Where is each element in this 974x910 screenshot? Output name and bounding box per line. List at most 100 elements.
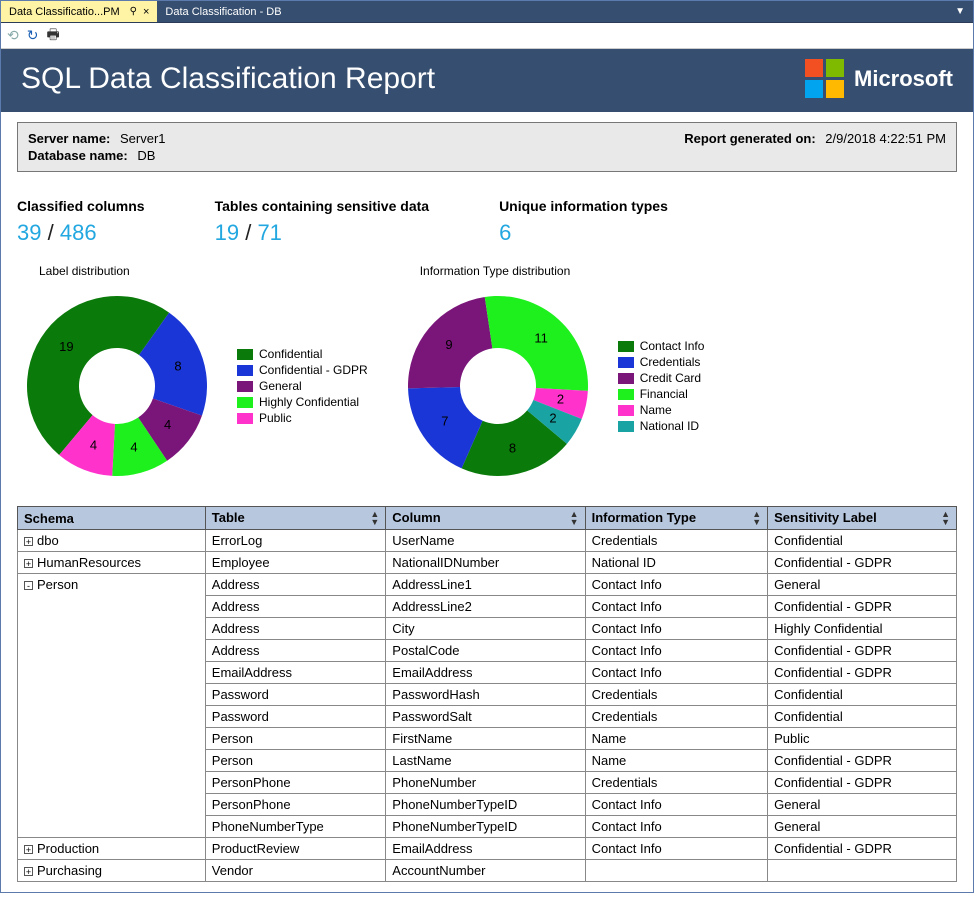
column-cell: UserName: [386, 530, 585, 552]
infotype-cell: Contact Info: [585, 794, 768, 816]
infotype-cell: Name: [585, 728, 768, 750]
server-label: Server name:: [28, 131, 110, 146]
legend-item: National ID: [618, 419, 705, 433]
legend-swatch: [618, 341, 634, 352]
sort-icon[interactable]: ▲▼: [941, 510, 950, 526]
legend-swatch: [618, 405, 634, 416]
sort-icon[interactable]: ▲▼: [752, 510, 761, 526]
stats-row: Classified columns 39 / 486 Tables conta…: [17, 198, 957, 246]
grid-header[interactable]: Column▲▼: [386, 507, 585, 530]
tab-strip: Data Classificatio...PM ⚲ × Data Classif…: [1, 1, 973, 23]
legend-swatch: [237, 397, 253, 408]
table-cell: Address: [205, 596, 386, 618]
infotype-cell: Contact Info: [585, 596, 768, 618]
table-row: -PersonAddressAddressLine1Contact InfoGe…: [18, 574, 957, 596]
reportgen-value: 2/9/2018 4:22:51 PM: [825, 131, 946, 146]
grid-header-label: Sensitivity Label: [774, 510, 877, 525]
infotype-cell: Contact Info: [585, 618, 768, 640]
table-cell: Password: [205, 684, 386, 706]
print-icon[interactable]: 🖶: [46, 24, 59, 48]
donut-value: 2: [549, 411, 556, 426]
infotype-cell: Credentials: [585, 530, 768, 552]
grid-header[interactable]: Table▲▼: [205, 507, 386, 530]
column-cell: PhoneNumber: [386, 772, 585, 794]
sensitivity-cell: Highly Confidential: [768, 618, 957, 640]
refresh-icon[interactable]: ↻: [27, 27, 39, 44]
column-cell: EmailAddress: [386, 838, 585, 860]
sensitivity-cell: Confidential: [768, 530, 957, 552]
grid-header[interactable]: Sensitivity Label ▲▼: [768, 507, 957, 530]
legend-swatch: [237, 365, 253, 376]
sort-icon[interactable]: ▲▼: [370, 510, 379, 526]
back-icon[interactable]: ⟲: [7, 27, 19, 44]
column-cell: LastName: [386, 750, 585, 772]
label-donut-chart: 198444: [17, 286, 217, 486]
legend-label: Name: [640, 403, 672, 417]
schema-name: Production: [37, 841, 99, 856]
tab-active[interactable]: Data Classificatio...PM ⚲ ×: [1, 1, 157, 22]
tab-menu-chevron-icon[interactable]: ▼: [947, 1, 973, 22]
donut-value: 19: [59, 339, 73, 354]
database-label: Database name:: [28, 148, 128, 163]
infotype-cell: Contact Info: [585, 574, 768, 596]
report-banner: SQL Data Classification Report Microsoft: [1, 49, 973, 112]
schema-name: dbo: [37, 533, 59, 548]
legend-label: National ID: [640, 419, 699, 433]
sensitivity-cell: Confidential - GDPR: [768, 640, 957, 662]
infotype-cell: Credentials: [585, 772, 768, 794]
expander-icon[interactable]: +: [24, 537, 33, 546]
table-cell: PersonPhone: [205, 772, 386, 794]
table-cell: Employee: [205, 552, 386, 574]
classification-grid: SchemaTable▲▼Column▲▼Information Type▲▼S…: [17, 506, 957, 882]
legend-swatch: [618, 421, 634, 432]
donut-value: 4: [130, 440, 137, 455]
classified-label: Classified columns: [17, 198, 145, 214]
column-cell: PasswordSalt: [386, 706, 585, 728]
column-cell: NationalIDNumber: [386, 552, 585, 574]
table-row: +PurchasingVendorAccountNumber: [18, 860, 957, 882]
info-donut-chart: 8791122: [398, 286, 598, 486]
logo-sq-green: [826, 59, 844, 77]
grid-header-label: Information Type: [592, 510, 696, 525]
close-icon[interactable]: ×: [143, 6, 149, 18]
table-cell: PhoneNumberType: [205, 816, 386, 838]
info-box: Server name: Server1 Report generated on…: [17, 122, 957, 172]
column-cell: PhoneNumberTypeID: [386, 816, 585, 838]
legend-item: Name: [618, 403, 705, 417]
grid-header[interactable]: Information Type ▲▼: [585, 507, 768, 530]
sort-icon[interactable]: ▲▼: [570, 510, 579, 526]
expander-icon[interactable]: -: [24, 581, 33, 590]
schema-name: HumanResources: [37, 555, 141, 570]
microsoft-logo: Microsoft: [805, 59, 953, 98]
tables-a: 19: [215, 220, 239, 245]
expander-icon[interactable]: +: [24, 845, 33, 854]
expander-icon[interactable]: +: [24, 867, 33, 876]
info-chart-title: Information Type distribution: [420, 264, 705, 278]
column-cell: PostalCode: [386, 640, 585, 662]
sensitivity-cell: General: [768, 794, 957, 816]
table-cell: Address: [205, 574, 386, 596]
sensitivity-cell: Confidential - GDPR: [768, 750, 957, 772]
expander-icon[interactable]: +: [24, 559, 33, 568]
legend-swatch: [618, 373, 634, 384]
table-cell: Vendor: [205, 860, 386, 882]
table-cell: Password: [205, 706, 386, 728]
microsoft-text: Microsoft: [854, 66, 953, 92]
infotype-cell: National ID: [585, 552, 768, 574]
sensitivity-cell: Confidential: [768, 706, 957, 728]
pin-icon[interactable]: ⚲: [130, 6, 137, 17]
table-cell: EmailAddress: [205, 662, 386, 684]
tab-inactive[interactable]: Data Classification - DB: [157, 1, 289, 22]
column-cell: AddressLine1: [386, 574, 585, 596]
sep: /: [48, 220, 60, 245]
legend-item: Credit Card: [618, 371, 705, 385]
column-cell: City: [386, 618, 585, 640]
column-cell: FirstName: [386, 728, 585, 750]
tables-label: Tables containing sensitive data: [215, 198, 429, 214]
grid-header[interactable]: Schema: [18, 507, 206, 530]
column-cell: EmailAddress: [386, 662, 585, 684]
types-label: Unique information types: [499, 198, 668, 214]
types-a: 6: [499, 220, 511, 245]
legend-label: Credentials: [640, 355, 701, 369]
sensitivity-cell: Confidential - GDPR: [768, 552, 957, 574]
